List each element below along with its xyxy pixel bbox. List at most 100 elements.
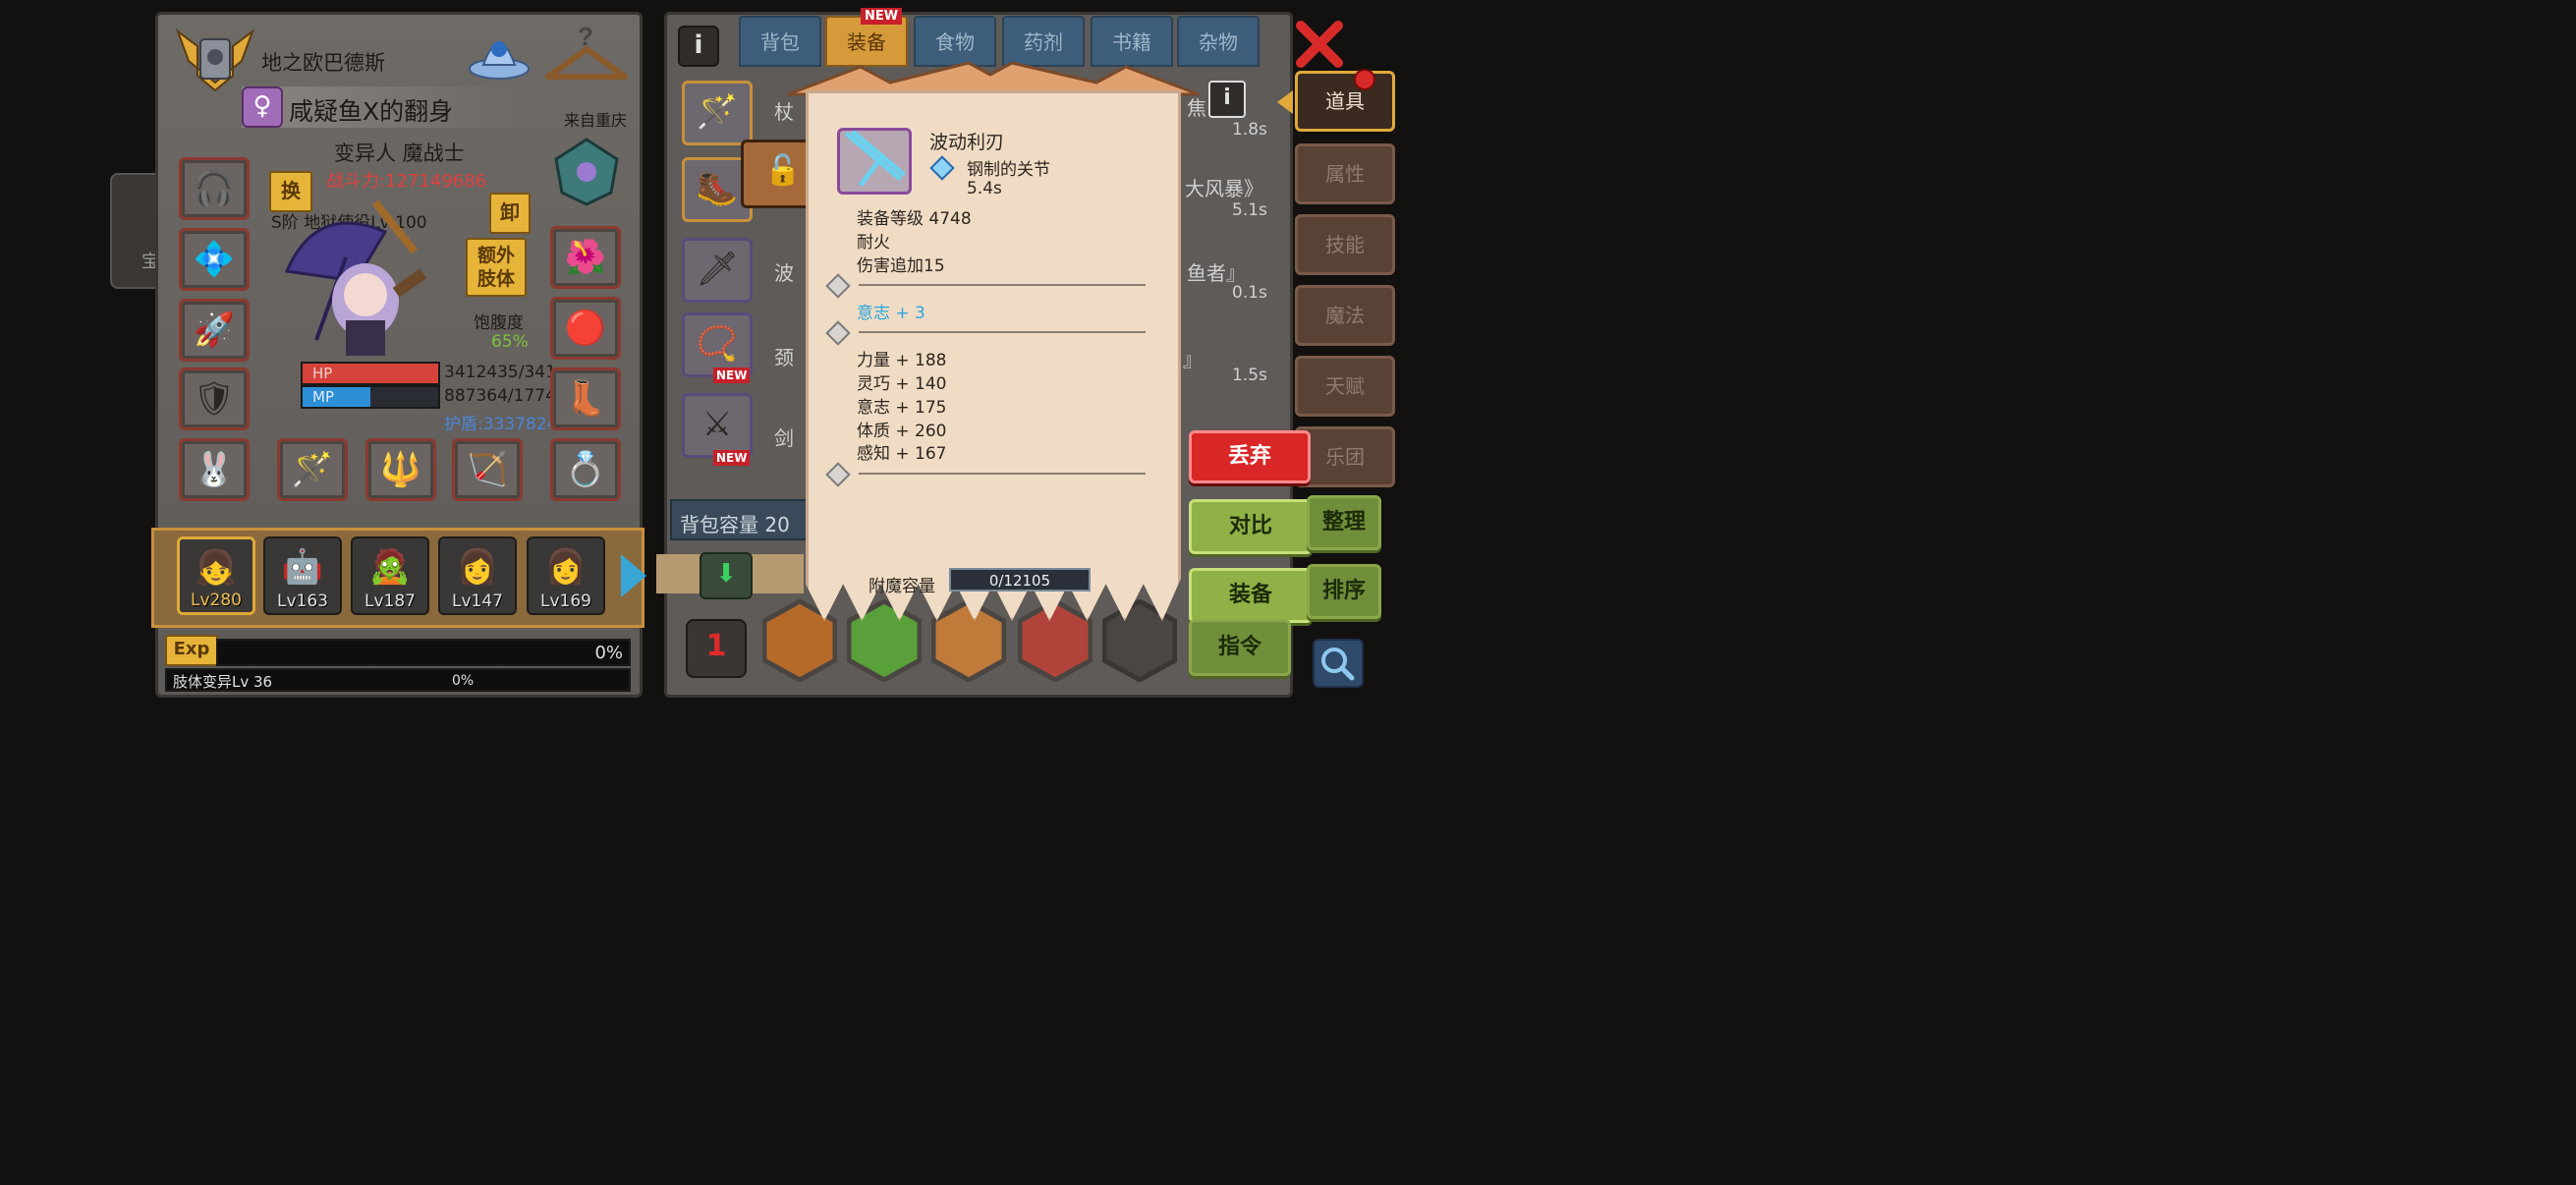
party-member-1[interactable]: 👧 Lv280 — [177, 536, 255, 615]
player-location: 来自重庆 — [564, 111, 628, 130]
limb-mutation-bar: 肢体变异Lv 36 0% — [165, 668, 631, 692]
new-badge: NEW — [713, 450, 751, 466]
mp-label: MP — [312, 388, 334, 406]
tooltip-item-name: 波动利刃 — [929, 132, 1005, 153]
pendant-icon: 💠 — [193, 240, 236, 279]
command-button[interactable]: 指令 — [1189, 619, 1291, 676]
staff-icon: 🪄 — [291, 450, 334, 489]
class-name: 变异人 魔战士 — [334, 141, 465, 165]
equip-slot-boots[interactable]: 👢 — [550, 367, 621, 430]
tooltip-trait-2: 伤害追加15 — [857, 256, 945, 276]
compare-button[interactable]: 对比 — [1189, 499, 1313, 554]
shield-value: 护盾:3337824 — [444, 415, 558, 434]
item-slot: ⚔ — [682, 393, 753, 458]
side-tab-talent[interactable]: 天赋 — [1295, 356, 1395, 417]
tooltip-item-icon — [837, 128, 912, 195]
party-next-arrow-icon[interactable] — [621, 554, 646, 597]
item-time: 0.1s — [1232, 283, 1267, 303]
number-order-icon[interactable]: 1 — [686, 619, 747, 678]
equip-slot-head[interactable]: 🎧 — [179, 157, 250, 220]
tooltip-stat: 体质 + 260 — [857, 422, 947, 441]
search-icon[interactable] — [1313, 639, 1364, 688]
backpack-capacity-label: 背包容量 20 — [680, 513, 790, 536]
tooltip-stat: 意志 + 175 — [857, 398, 947, 418]
sort-button[interactable]: 排序 — [1307, 564, 1381, 619]
equip-slot-weapon1[interactable]: 🪄 — [277, 438, 348, 501]
unequip-button[interactable]: 卸 — [489, 193, 531, 234]
satiety-label: 饱腹度 — [474, 313, 524, 333]
item-time: 1.5s — [1232, 366, 1267, 385]
item-name-fragment: 颈 — [774, 346, 794, 369]
rank-emblem-icon — [173, 22, 257, 92]
party-member-level: Lv169 — [540, 592, 591, 611]
item-time: 5.1s — [1232, 200, 1267, 220]
tab-new-badge: NEW — [861, 8, 903, 25]
side-tab-items[interactable]: 道具 — [1295, 71, 1395, 132]
hp-bar: HP — [301, 362, 440, 385]
crystal-helmet-icon[interactable] — [466, 22, 532, 83]
party-member-level: Lv280 — [191, 591, 242, 610]
boots-icon: 👢 — [564, 379, 607, 419]
headphones-icon: 🎧 — [193, 169, 236, 208]
party-member-4[interactable]: 👩 Lv147 — [438, 536, 517, 615]
collect-arrow-icon[interactable]: ⬇ — [656, 552, 804, 599]
bow-icon: 🏹 — [466, 450, 509, 489]
organize-button[interactable]: 整理 — [1307, 495, 1381, 550]
staff-icon: 🪄 — [696, 92, 739, 132]
equip-slot-pet[interactable]: 🐰 — [179, 438, 250, 501]
close-icon[interactable] — [1295, 20, 1344, 69]
divider — [859, 331, 1146, 333]
equip-slot-weapon2[interactable]: 🔱 — [365, 438, 436, 501]
item-info-icon[interactable]: i — [1208, 81, 1246, 118]
item-time: 1.8s — [1232, 120, 1267, 140]
item-name-fragment: 杖 — [774, 100, 794, 124]
necklace-icon: 📿 — [696, 324, 739, 364]
party-member-level: Lv187 — [364, 592, 416, 611]
blade-icon: 🗡 — [696, 250, 739, 289]
hanger-help-icon[interactable]: ? — [542, 22, 631, 85]
armor-icon: 🛡 — [193, 379, 236, 419]
equip-slot-accessory2[interactable]: 🔴 — [550, 297, 621, 360]
exp-bar: 0% — [216, 639, 631, 666]
skill-hex-3[interactable] — [930, 598, 1007, 683]
party-member-5[interactable]: 👩 Lv169 — [527, 536, 605, 615]
side-tab-magic[interactable]: 魔法 — [1295, 285, 1395, 346]
info-icon[interactable]: i — [678, 26, 719, 67]
enchant-capacity-bar: 0/12105 — [949, 568, 1091, 592]
equip-button[interactable]: 装备 — [1189, 568, 1313, 623]
enchant-capacity-value: 0/12105 — [988, 572, 1051, 590]
extra-limb-button[interactable]: 额外 肢体 — [466, 238, 527, 297]
new-badge: NEW — [713, 367, 751, 383]
party-member-level: Lv147 — [452, 592, 503, 611]
combat-power: 战斗力:127149686 — [326, 171, 487, 192]
player-name: 咸疑鱼X的翻身 — [289, 97, 454, 126]
rabbit-icon: 🐰 — [193, 450, 236, 489]
party-member-2[interactable]: 🤖 Lv163 — [263, 536, 342, 615]
side-tab-skills[interactable]: 技能 — [1295, 214, 1395, 275]
side-tab-attributes[interactable]: 属性 — [1295, 143, 1395, 204]
tooltip-trait-1: 耐火 — [857, 233, 890, 253]
party-portrait-icon: 👩 — [544, 547, 588, 587]
party-portrait-icon: 👩 — [456, 547, 499, 587]
equip-slot-back[interactable]: 🚀 — [179, 299, 250, 362]
tooltip-equip-level: 装备等级 4748 — [857, 209, 972, 229]
equip-slot-ring[interactable]: 💍 — [550, 438, 621, 501]
hp-label: HP — [312, 365, 333, 382]
mp-value: 887364/1774 — [444, 386, 556, 406]
crest-icon — [552, 138, 621, 206]
equip-slot-neck[interactable]: 💠 — [179, 228, 250, 291]
tooltip-stat: 力量 + 188 — [857, 351, 947, 370]
item-name-fragment: 波 — [774, 261, 794, 285]
equip-slot-weapon3[interactable]: 🏹 — [452, 438, 523, 501]
skill-hex-4[interactable] — [1017, 598, 1093, 683]
character-sprite — [277, 193, 450, 366]
discard-button[interactable]: 丢弃 — [1189, 430, 1311, 483]
party-member-3[interactable]: 🧟 Lv187 — [351, 536, 429, 615]
limb-mutation-label: 肢体变异Lv 36 — [173, 673, 273, 691]
party-portrait-icon: 🤖 — [281, 547, 324, 587]
equip-slot-accessory1[interactable]: 🌺 — [550, 226, 621, 289]
party-portrait-icon: 🧟 — [368, 547, 412, 587]
exp-percent: 0% — [594, 643, 623, 663]
party-portrait-icon: 👧 — [195, 548, 238, 588]
equip-slot-body[interactable]: 🛡 — [179, 367, 250, 430]
